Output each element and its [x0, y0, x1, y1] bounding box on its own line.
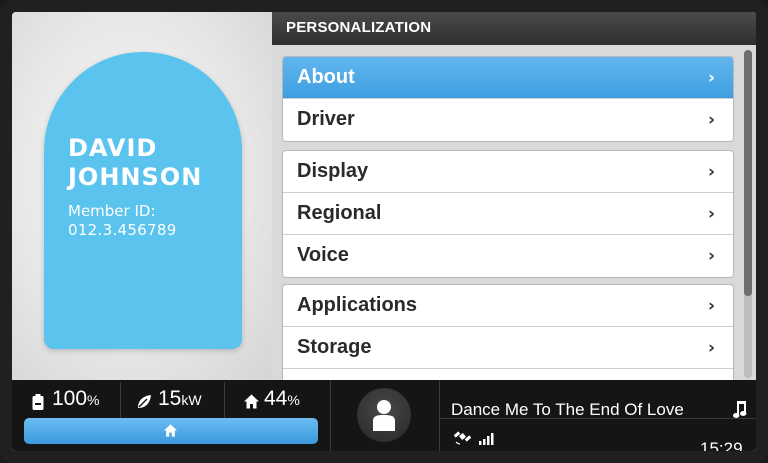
now-playing-title[interactable]: Dance Me To The End Of Love	[451, 400, 684, 420]
bottom-bar: 100% 15kW 44% Dance Me To The End Of Lov…	[12, 380, 756, 451]
member-id-value: 012.3.456789	[68, 221, 177, 239]
person-icon	[373, 400, 395, 431]
music-note-icon[interactable]	[733, 401, 747, 419]
scrollbar-thumb[interactable]	[744, 50, 752, 296]
leaf-icon	[138, 395, 151, 408]
energy-unit: kW	[181, 392, 202, 408]
battery-unit: %	[87, 392, 100, 408]
profile-pane: DAVID JOHNSON Member ID: 012.3.456789	[12, 12, 272, 380]
menu-group-system: Applications › Storage ›	[282, 284, 734, 380]
divider	[440, 418, 756, 419]
divider	[120, 382, 121, 420]
panel-header: PERSONALIZATION	[272, 12, 756, 45]
menu-item-label: Storage	[297, 336, 372, 358]
menu-item-driver[interactable]: Driver ›	[283, 99, 733, 141]
battery-value: 100	[52, 387, 88, 410]
menu-item-regional[interactable]: Regional ›	[283, 193, 733, 235]
member-card[interactable]: DAVID JOHNSON Member ID: 012.3.456789	[44, 52, 242, 349]
home-unit: %	[287, 392, 300, 408]
chevron-right-icon: ›	[707, 110, 715, 130]
chevron-right-icon: ›	[707, 296, 715, 316]
menu-group-general: About › Driver ›	[282, 56, 734, 142]
profile-switcher	[330, 380, 440, 451]
home-button[interactable]	[24, 418, 318, 444]
energy-value: 15	[158, 387, 182, 410]
chevron-right-icon: ›	[707, 246, 715, 266]
menu-scrollbar[interactable]	[744, 50, 752, 378]
member-id-label: Member ID:	[68, 202, 156, 220]
battery-status: 100%	[32, 384, 112, 420]
home-status: 44%	[244, 384, 324, 420]
page-title: PERSONALIZATION	[286, 19, 432, 36]
battery-icon	[32, 394, 44, 410]
home-icon	[164, 424, 177, 437]
divider	[224, 382, 225, 420]
chevron-right-icon: ›	[707, 162, 715, 182]
menu-item-label: About	[297, 66, 355, 88]
screen: DAVID JOHNSON Member ID: 012.3.456789 PE…	[12, 12, 756, 451]
menu-item-display[interactable]: Display ›	[283, 151, 733, 193]
chevron-right-icon: ›	[707, 204, 715, 224]
satellite-icon	[453, 431, 472, 445]
chevron-right-icon: ›	[707, 68, 715, 88]
menu-item-label: Display	[297, 160, 369, 182]
menu-item-applications[interactable]: Applications ›	[283, 285, 733, 327]
menu-item-partial	[283, 369, 733, 380]
menu-item-storage[interactable]: Storage ›	[283, 327, 733, 369]
menu-group-interface: Display › Regional › Voice ›	[282, 150, 734, 278]
menu-item-label: Regional	[297, 202, 382, 224]
home-icon	[244, 394, 259, 409]
clock: 15:29	[700, 439, 743, 451]
home-value: 44	[264, 387, 288, 410]
member-first-name: DAVID	[68, 134, 158, 162]
avatar[interactable]	[357, 388, 411, 442]
member-last-name: JOHNSON	[68, 163, 203, 191]
settings-menu[interactable]: About › Driver › Display › Regional › Vo…	[282, 56, 734, 380]
menu-item-voice[interactable]: Voice ›	[283, 235, 733, 277]
menu-item-label: Driver	[297, 108, 355, 130]
menu-item-label: Applications	[297, 294, 418, 316]
chevron-right-icon: ›	[707, 338, 715, 358]
menu-item-about[interactable]: About ›	[283, 57, 733, 99]
energy-status: 15kW	[136, 384, 216, 420]
menu-item-label: Voice	[297, 244, 349, 266]
member-name: DAVID JOHNSON	[68, 134, 238, 192]
settings-pane: PERSONALIZATION About › Driver › Display…	[272, 12, 756, 380]
signal-bars-icon	[479, 433, 494, 445]
